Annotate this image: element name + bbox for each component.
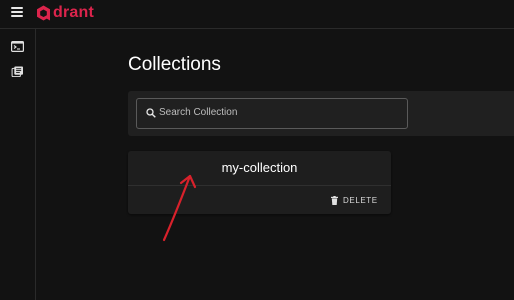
card-divider xyxy=(128,185,391,186)
top-app-bar: drant xyxy=(0,0,514,29)
collection-card[interactable]: my-collection DELETE xyxy=(128,151,391,214)
collections-library-icon[interactable] xyxy=(11,66,24,77)
logo-text: drant xyxy=(53,4,94,21)
search-collection-input[interactable] xyxy=(159,99,399,126)
search-box[interactable] xyxy=(136,98,408,129)
search-panel xyxy=(128,91,514,136)
qdrant-logo-mark-icon xyxy=(37,5,50,21)
trash-icon xyxy=(331,195,338,205)
search-icon xyxy=(146,108,156,118)
collection-name[interactable]: my-collection xyxy=(128,160,391,175)
hamburger-menu-icon[interactable] xyxy=(11,7,24,17)
qdrant-logo: drant xyxy=(36,4,94,22)
red-arrow-annotation xyxy=(162,174,197,242)
delete-button[interactable]: DELETE xyxy=(331,193,378,207)
page-title: Collections xyxy=(128,54,221,75)
terminal-console-icon[interactable] xyxy=(11,41,24,52)
sidebar xyxy=(0,29,36,300)
delete-label: DELETE xyxy=(343,195,378,205)
